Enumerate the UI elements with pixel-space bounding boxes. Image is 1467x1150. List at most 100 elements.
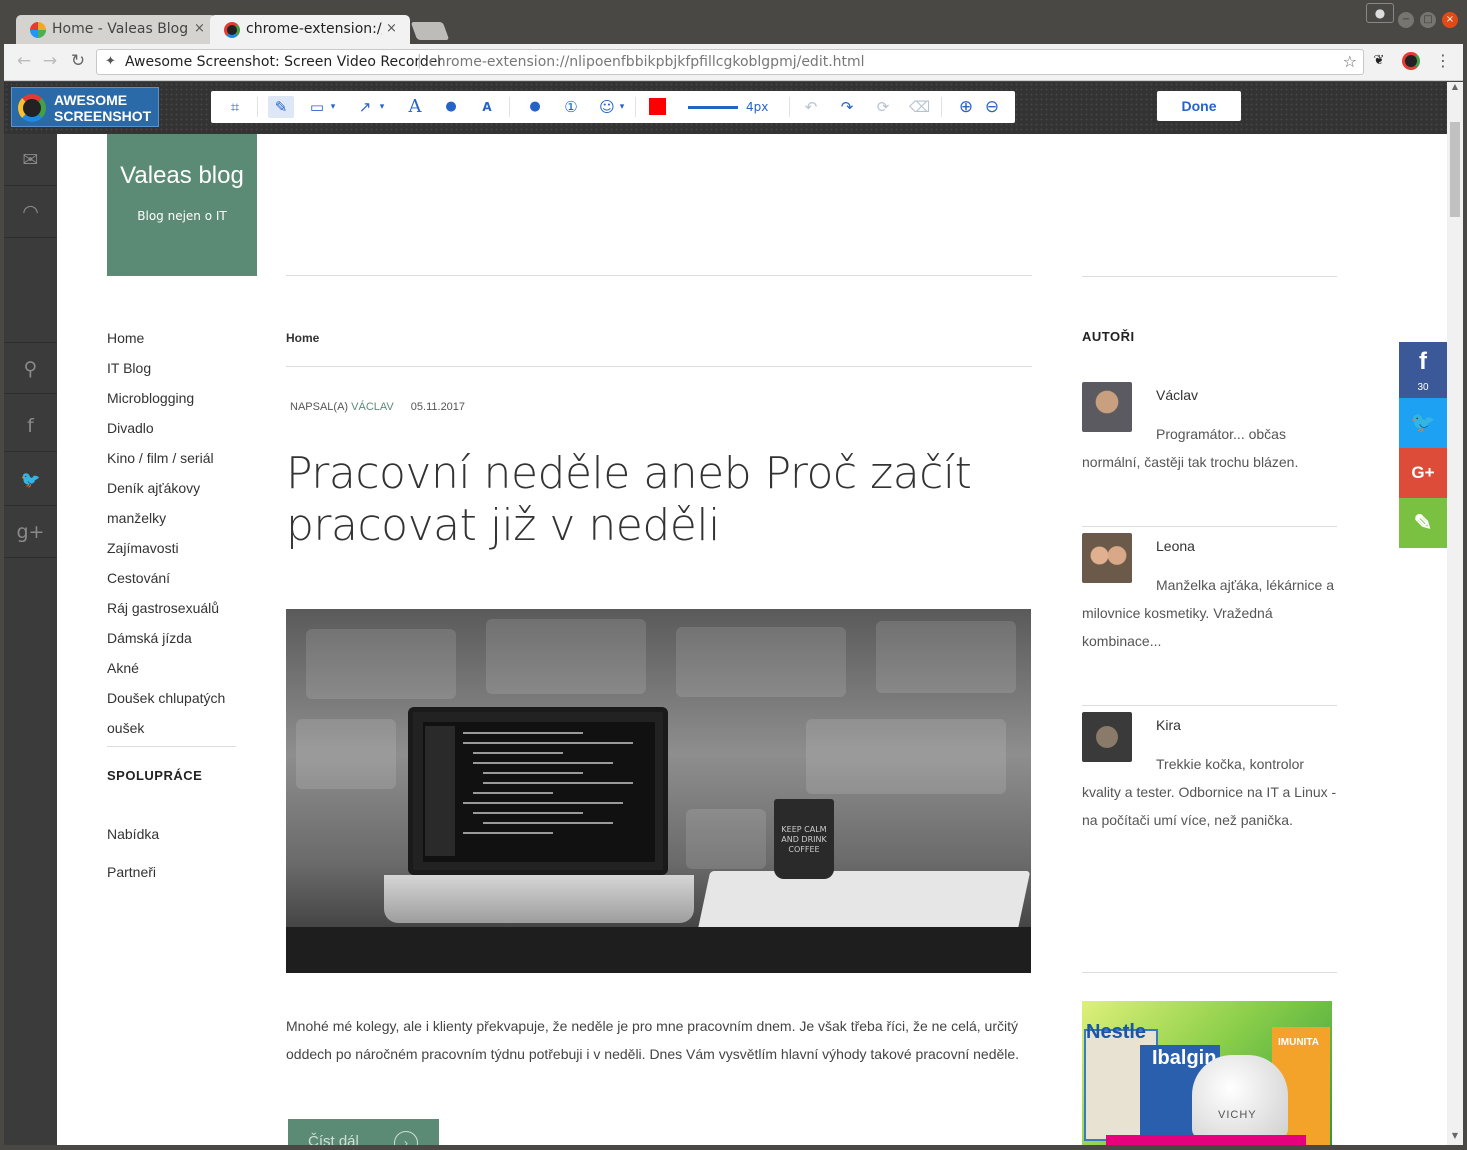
redo-icon[interactable]: ↷ (837, 96, 857, 118)
code-line (483, 772, 583, 774)
menu-item-kino[interactable]: Kino / film / seriál (107, 450, 214, 466)
blog-logo[interactable]: Valeas blog Blog nejen o IT (107, 134, 257, 276)
vertical-scrollbar[interactable]: ▲ ▼ (1447, 82, 1463, 1145)
done-button[interactable]: Done (1157, 91, 1241, 121)
wall-brick (306, 629, 456, 699)
crop-icon[interactable]: ⌗ (225, 96, 245, 118)
author-link[interactable]: VÁCLAV (351, 401, 394, 413)
chevron-down-icon[interactable]: ▾ (617, 96, 627, 118)
zoom-in-icon[interactable]: ⊕ (956, 96, 976, 118)
extension-puzzle-icon: ✦ (105, 54, 116, 69)
profile-icon[interactable]: ● (1366, 3, 1394, 23)
minimize-icon[interactable]: − (1398, 12, 1414, 28)
color-swatch[interactable] (649, 98, 666, 115)
author-name[interactable]: Leona (1156, 538, 1195, 554)
ad-brand-1: Nestle (1086, 1021, 1147, 1043)
menu-item-dousek[interactable]: Doušek chlupatých (107, 690, 225, 706)
menu-item-dousek-cont[interactable]: oušek (107, 720, 144, 736)
share-twitter-button[interactable]: 🐦 (1399, 398, 1447, 448)
stroke-width-value[interactable]: 4px (746, 96, 768, 118)
new-tab-button[interactable] (410, 22, 450, 40)
address-bar[interactable]: ✦ Awesome Screenshot: Screen Video Recor… (96, 49, 1364, 75)
paw-extension-icon[interactable]: ❦ (1370, 52, 1388, 70)
awesome-screenshot-extension-icon[interactable] (1402, 52, 1420, 70)
code-line (463, 742, 633, 744)
share-google-plus-button[interactable]: G+ (1399, 448, 1447, 498)
search-icon[interactable]: ⚲ (4, 342, 57, 394)
post-meta: NAPSAL(A) VÁCLAV 05.11.2017 (290, 401, 465, 413)
site-label: Awesome Screenshot: Screen Video Recorde… (125, 54, 444, 70)
zoom-out-icon[interactable]: ⊖ (982, 96, 1002, 118)
pen-icon[interactable]: ✎ (268, 96, 294, 118)
chevron-down-icon[interactable]: ▾ (328, 96, 338, 118)
chrome-menu-icon[interactable]: ⋮ (1434, 52, 1452, 70)
menu-item-nabidka[interactable]: Nabídka (107, 826, 159, 842)
tab-title: chrome-extension://nlipoenfbbikpbjkfpfil… (246, 21, 382, 37)
advertisement-banner[interactable]: Nestle Ibalgin IMUNITA VICHY (1082, 1001, 1332, 1145)
tool-divider (509, 97, 510, 117)
scroll-up-icon[interactable]: ▲ (1447, 82, 1463, 96)
twitter-icon[interactable]: 🐦 (4, 454, 57, 506)
arrow-icon[interactable]: ↗ (355, 96, 375, 118)
comment-bubble-icon[interactable]: ● (525, 96, 545, 118)
number-step-icon[interactable]: ① (561, 96, 581, 118)
stroke-width-preview[interactable] (688, 106, 738, 109)
bookmark-star-icon[interactable]: ☆ (1343, 52, 1357, 71)
blur-drop-icon[interactable]: ● (441, 96, 461, 118)
google-plus-icon[interactable]: g+ (4, 506, 57, 558)
code-line (483, 782, 633, 784)
post-title[interactable]: Pracovní neděle aneb Proč začít pracovat… (286, 448, 986, 552)
menu-item-home[interactable]: Home (107, 330, 144, 346)
breadcrumb[interactable]: Home (286, 331, 319, 345)
close-tab-icon[interactable]: × (194, 21, 205, 36)
reload-icon[interactable]: ↻ (68, 51, 88, 71)
wall-brick (676, 627, 846, 697)
menu-item-it-blog[interactable]: IT Blog (107, 360, 151, 376)
menu-item-zajimavosti[interactable]: Zajímavosti (107, 540, 179, 556)
close-window-icon[interactable]: × (1442, 12, 1458, 28)
menu-item-cestovani[interactable]: Cestování (107, 570, 170, 586)
author-name[interactable]: Václav (1156, 387, 1198, 403)
scrollbar-thumb[interactable] (1450, 122, 1460, 217)
browser-window: Home - Valeas Blog × chrome-extension://… (0, 0, 1467, 1150)
forward-icon[interactable]: → (40, 51, 60, 71)
highlight-text-icon[interactable]: A (477, 96, 497, 118)
read-more-button[interactable]: Číst dál › (288, 1119, 439, 1145)
emoji-icon[interactable]: ☺ (597, 96, 617, 118)
reset-icon[interactable]: ⟳ (873, 96, 893, 118)
rectangle-icon[interactable]: ▭ (307, 96, 327, 118)
chevron-down-icon[interactable]: ▾ (377, 96, 387, 118)
maximize-icon[interactable]: □ (1420, 12, 1436, 28)
tab-home-valeas-blog[interactable]: Home - Valeas Blog × (16, 15, 216, 45)
menu-item-damska-jizda[interactable]: Dámská jízda (107, 630, 192, 646)
email-icon[interactable]: ✉ (4, 134, 57, 186)
undo-icon[interactable]: ↶ (801, 96, 821, 118)
back-icon[interactable]: ← (14, 51, 34, 71)
menu-item-microblogging[interactable]: Microblogging (107, 390, 194, 406)
author-name[interactable]: Kira (1156, 717, 1181, 733)
facebook-icon[interactable]: f (4, 400, 57, 452)
rss-icon[interactable]: ◠ (4, 186, 57, 238)
close-tab-icon[interactable]: × (386, 21, 397, 36)
evernote-icon: ✎ (1413, 510, 1433, 535)
share-evernote-button[interactable]: ✎ (1399, 498, 1447, 548)
menu-item-divadlo[interactable]: Divadlo (107, 420, 154, 436)
url-text[interactable]: chrome-extension://nlipoenfbbikpbjkfpfil… (429, 54, 865, 70)
menu-item-raj[interactable]: Ráj gastrosexuálů (107, 600, 219, 616)
share-facebook-button[interactable]: f 30 (1399, 342, 1447, 398)
menu-item-denik-cont[interactable]: manželky (107, 510, 166, 526)
text-icon[interactable]: A (405, 96, 425, 118)
divider (1082, 972, 1337, 973)
wall-brick (686, 809, 766, 869)
clear-icon[interactable]: ⌫ (909, 96, 930, 118)
post-featured-image[interactable]: KEEP CALM AND DRINK COFFEE (286, 609, 1031, 973)
divider (107, 746, 236, 747)
tab-awesome-screenshot-editor[interactable]: chrome-extension://nlipoenfbbikpbjkfpfil… (210, 15, 410, 45)
menu-item-denik[interactable]: Deník ajťákovy (107, 480, 200, 496)
blog-title: Valeas blog (120, 162, 244, 189)
scroll-down-icon[interactable]: ▼ (1447, 1131, 1463, 1145)
code-line (463, 802, 623, 804)
menu-item-akne[interactable]: Akné (107, 660, 139, 676)
menu-item-partneri[interactable]: Partneři (107, 864, 156, 880)
logo-line-2: SCREENSHOT (54, 108, 152, 124)
